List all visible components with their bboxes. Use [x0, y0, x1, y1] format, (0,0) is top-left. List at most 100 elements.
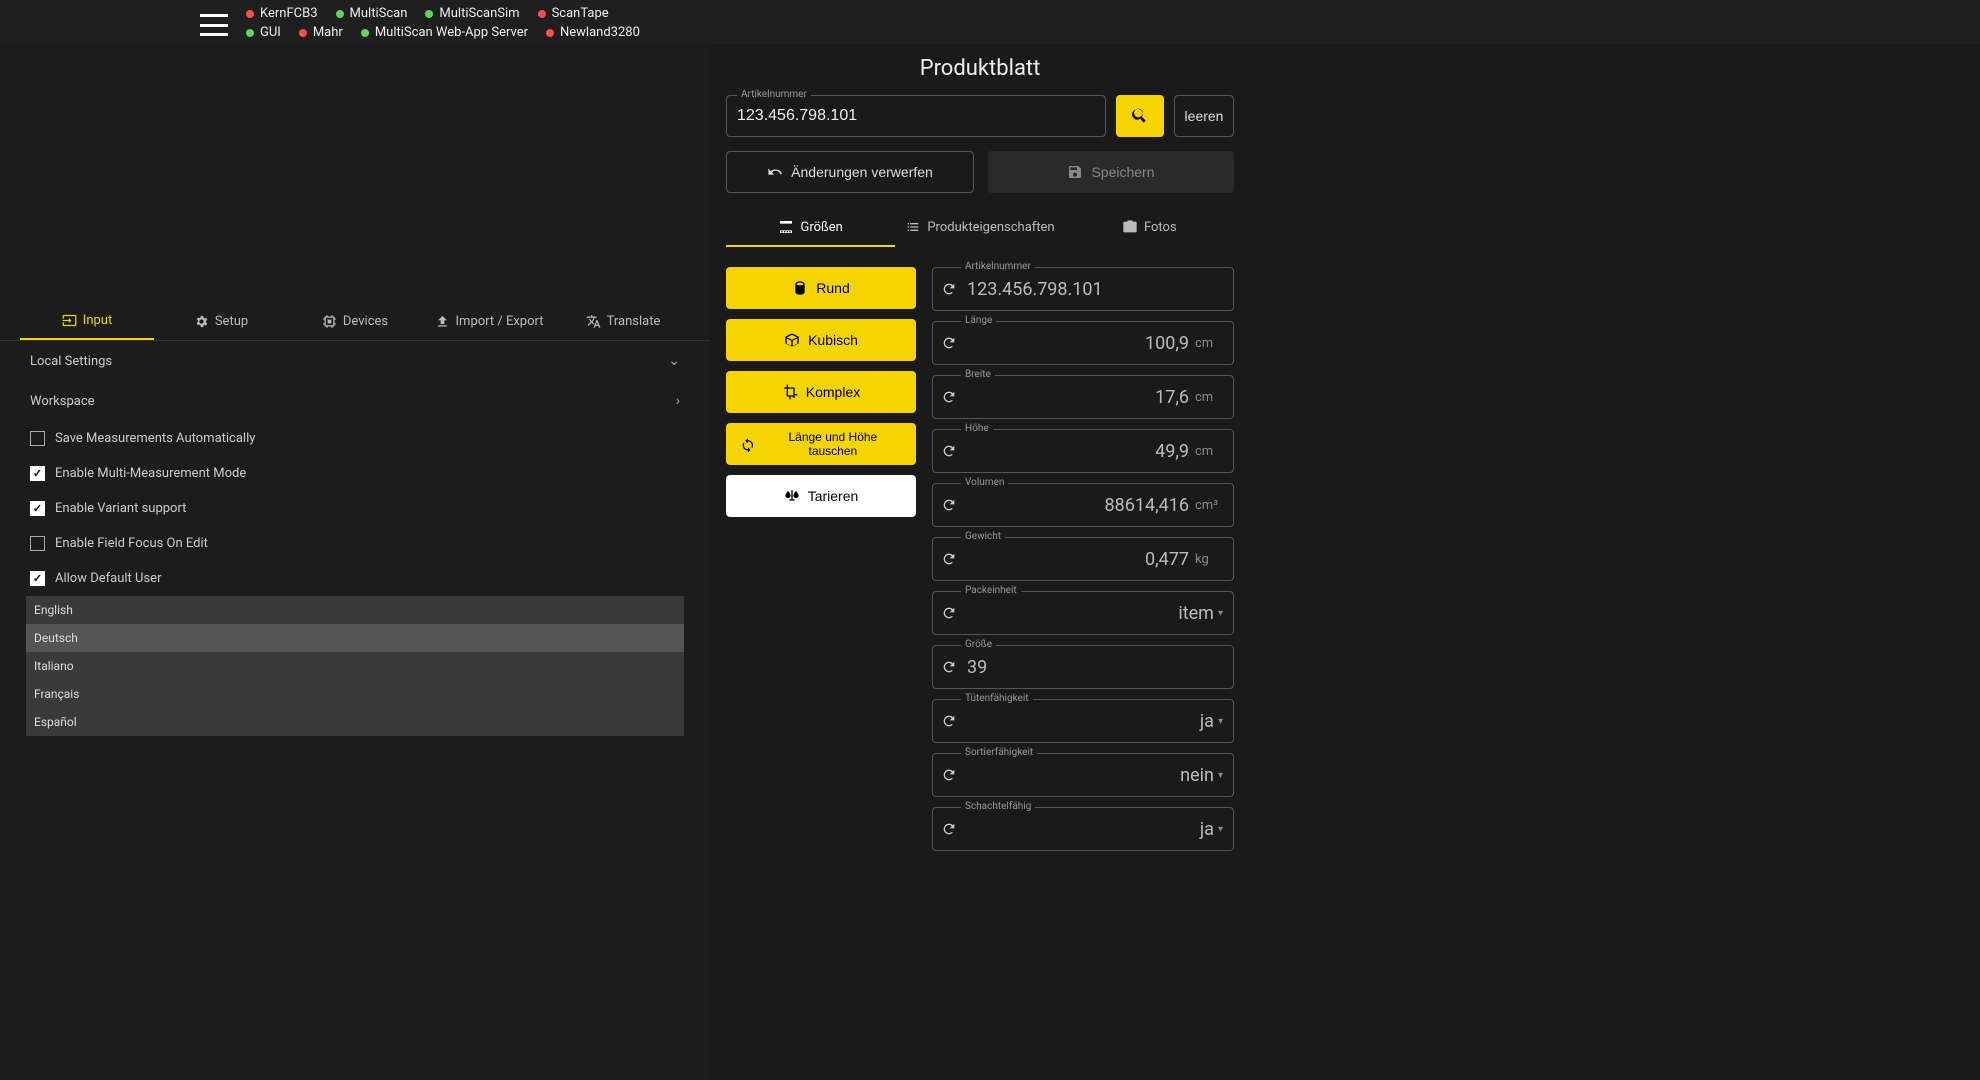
tab-input[interactable]: Input [20, 303, 154, 340]
status-label: ScanTape [552, 6, 609, 21]
button-label: Komplex [806, 384, 860, 400]
chevron-down-icon[interactable]: ▾ [1218, 608, 1223, 619]
field-label: Sortierfähigkeit [961, 747, 1037, 758]
refresh-icon[interactable] [941, 389, 957, 405]
field-artno[interactable]: Artikelnummer123.456.798.101 [932, 267, 1234, 311]
field-value: 100,9 [967, 333, 1189, 354]
refresh-icon[interactable] [941, 605, 957, 621]
save-button[interactable]: Speichern [988, 151, 1234, 193]
refresh-icon[interactable] [941, 551, 957, 567]
checkbox-field_focus[interactable] [30, 536, 45, 551]
field-label: Größe [961, 639, 996, 650]
camera-icon [1122, 219, 1138, 235]
status-item: GUI [246, 25, 281, 40]
chevron-right-icon: › [676, 393, 680, 409]
refresh-icon[interactable] [941, 281, 957, 297]
tab-devices[interactable]: Devices [288, 303, 422, 340]
field-box[interactable]: Schachtelfähigja▾ [932, 807, 1234, 851]
checkbox-multi_meas[interactable] [30, 466, 45, 481]
chip-icon [322, 314, 337, 329]
tab-label: Import / Export [456, 314, 544, 329]
chevron-down-icon[interactable]: ▾ [1218, 716, 1223, 727]
field-volume[interactable]: Volumen88614,416cm³ [932, 483, 1234, 527]
refresh-icon[interactable] [941, 767, 957, 783]
field-value: 39 [967, 657, 1223, 678]
checkbox-row-allow_default: Allow Default User [20, 561, 690, 596]
refresh-icon[interactable] [941, 443, 957, 459]
checkbox-allow_default[interactable] [30, 571, 45, 586]
status-bar: KernFCB3 MultiScan MultiScanSim ScanTape GU… [0, 0, 1980, 44]
refresh-icon[interactable] [941, 497, 957, 513]
button-label: Änderungen verwerfen [791, 164, 933, 180]
tab-properties[interactable]: Produkteigenschaften [895, 209, 1064, 247]
language-option[interactable]: Français [26, 680, 684, 708]
refresh-icon[interactable] [941, 659, 957, 675]
checkbox-save_auto[interactable] [30, 431, 45, 446]
field-label: Tütenfähigkeit [961, 693, 1033, 704]
field-label: Länge [961, 315, 996, 326]
article-input[interactable] [737, 107, 1095, 125]
clear-button[interactable]: leeren [1174, 95, 1234, 137]
status-item: MultiScan [336, 6, 408, 21]
status-dot-icon [538, 10, 546, 18]
discard-button[interactable]: Änderungen verwerfen [726, 151, 974, 193]
tab-label: Größen [800, 220, 842, 235]
button-label: Kubisch [808, 332, 858, 348]
field-label: Volumen [961, 477, 1008, 488]
swap-icon [740, 436, 756, 452]
tab-sizes[interactable]: Größen [726, 209, 895, 247]
swap-button[interactable]: Länge und Höhe tauschen [726, 423, 916, 465]
field-sort[interactable]: Sortierfähigkeitnein▾ [932, 753, 1234, 797]
field-pack[interactable]: Packeinheititem▾ [932, 591, 1234, 635]
search-button[interactable] [1116, 95, 1164, 137]
expander-local-settings[interactable]: Local Settings ⌄ [20, 341, 690, 381]
chevron-down-icon[interactable]: ▾ [1218, 770, 1223, 781]
field-bag[interactable]: Tütenfähigkeitja▾ [932, 699, 1234, 743]
status-dot-icon [546, 29, 554, 37]
field-value: 123.456.798.101 [967, 279, 1223, 300]
field-weight[interactable]: Gewicht0,477kg [932, 537, 1234, 581]
tab-label: Input [83, 313, 112, 328]
field-label: Gewicht [961, 531, 1005, 542]
tab-photos[interactable]: Fotos [1065, 209, 1234, 247]
language-option[interactable]: Italiano [26, 652, 684, 680]
refresh-icon[interactable] [941, 713, 957, 729]
article-field[interactable]: Artikelnummer [726, 95, 1106, 137]
status-dot-icon [246, 10, 254, 18]
status-label: KernFCB3 [260, 6, 318, 21]
save-icon [1067, 164, 1083, 180]
shape-complex-button[interactable]: Komplex [726, 371, 916, 413]
right-panel: Produktblatt Artikelnummer leeren Änderu… [710, 0, 1980, 1080]
refresh-icon[interactable] [941, 821, 957, 837]
refresh-icon[interactable] [941, 335, 957, 351]
checkbox-label: Enable Field Focus On Edit [55, 536, 208, 551]
chevron-down-icon[interactable]: ▾ [1218, 824, 1223, 835]
tab-translate[interactable]: Translate [556, 303, 690, 340]
status-item: MultiScanSim [425, 6, 519, 21]
field-label: Breite [961, 369, 995, 380]
shape-round-button[interactable]: Rund [726, 267, 916, 309]
expander-workspace[interactable]: Workspace › [20, 381, 690, 421]
button-label: Tarieren [808, 488, 859, 504]
menu-icon[interactable] [200, 14, 228, 36]
tab-label: Translate [607, 314, 661, 329]
tab-import-export[interactable]: Import / Export [422, 303, 556, 340]
shape-cubic-button[interactable]: Kubisch [726, 319, 916, 361]
language-option[interactable]: Español [26, 708, 684, 736]
tare-button[interactable]: Tarieren [726, 475, 916, 517]
field-size[interactable]: Größe39 [932, 645, 1234, 689]
language-option[interactable]: English [26, 596, 684, 624]
checkbox-label: Enable Variant support [55, 501, 186, 516]
field-length[interactable]: Länge100,9cm [932, 321, 1234, 365]
undo-icon [767, 164, 783, 180]
field-width[interactable]: Breite17,6cm [932, 375, 1234, 419]
tab-setup[interactable]: Setup [154, 303, 288, 340]
language-option[interactable]: Deutsch [26, 624, 684, 652]
checkbox-variant[interactable] [30, 501, 45, 516]
field-height[interactable]: Höhe49,9cm [932, 429, 1234, 473]
translate-icon [586, 314, 601, 329]
status-label: MultiScan [350, 6, 408, 21]
field-value: 49,9 [967, 441, 1189, 462]
cylinder-icon [792, 280, 808, 296]
field-value: ja [967, 819, 1214, 840]
